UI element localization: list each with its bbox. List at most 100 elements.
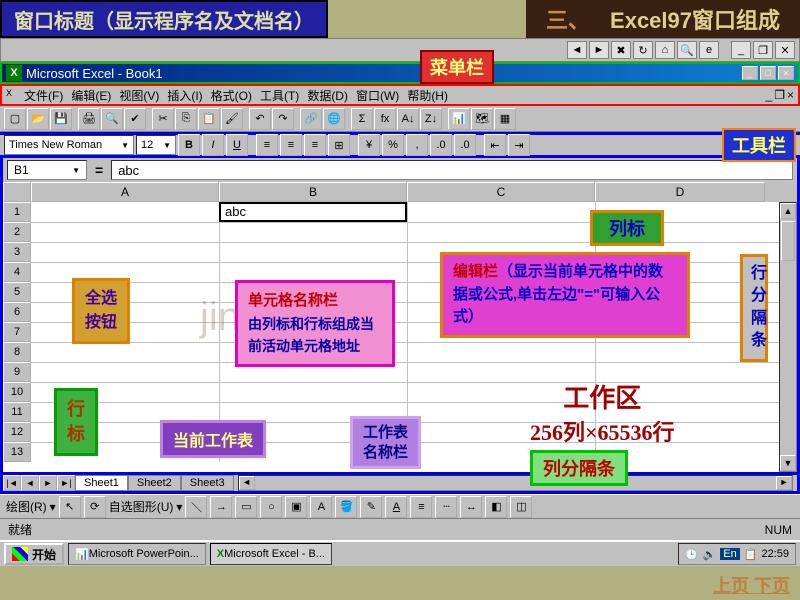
row-header[interactable]: 7 [3,322,31,342]
dec-decimal-icon[interactable]: .0 [454,134,476,156]
tray-icon[interactable]: 🔊 [703,548,717,561]
3d-icon[interactable]: ◫ [510,496,532,518]
indent-dec-icon[interactable]: ⇤ [484,134,506,156]
menu-window[interactable]: 窗口(W) [352,87,403,104]
back-icon[interactable]: ◄ [567,41,587,59]
row-header[interactable]: 4 [3,262,31,282]
prev-page-link[interactable]: 上页 [713,576,749,596]
draw-menu[interactable]: 绘图(R) [6,498,47,515]
rotate-icon[interactable]: ⟳ [84,496,106,518]
menu-format[interactable]: 格式(O) [207,87,256,104]
forward-icon[interactable]: ► [589,41,609,59]
arrowstyle-icon[interactable]: ↔ [460,496,482,518]
sheet-tab[interactable]: Sheet1 [75,475,128,491]
rect-icon[interactable]: ▭ [235,496,257,518]
search-icon[interactable]: 🔍 [677,41,697,59]
name-box[interactable]: B1▼ [7,160,87,180]
min-icon[interactable]: _ [731,41,751,59]
arrow-icon[interactable]: → [210,496,232,518]
col-header-c[interactable]: C [407,182,595,202]
next-page-link[interactable]: 下页 [754,576,790,596]
sort-asc-icon[interactable]: A↓ [397,108,419,130]
row-header[interactable]: 5 [3,282,31,302]
oval-icon[interactable]: ○ [260,496,282,518]
link-icon[interactable]: 🔗 [300,108,322,130]
horizontal-scrollbar[interactable]: ◄ ► [238,475,793,491]
row-header[interactable]: 11 [3,402,31,422]
sort-desc-icon[interactable]: Z↓ [420,108,442,130]
row-header[interactable]: 13 [3,442,31,462]
col-header-d[interactable]: D [595,182,765,202]
tab-last-icon[interactable]: ►| [57,475,75,491]
menu-tools[interactable]: 工具(T) [256,87,303,104]
save-icon[interactable]: 💾 [50,108,72,130]
row-header[interactable]: 1 [3,202,31,222]
cut-icon[interactable]: ✂ [152,108,174,130]
row-header[interactable]: 12 [3,422,31,442]
italic-icon[interactable]: I [202,134,224,156]
select-all-button[interactable] [3,182,31,202]
bold-icon[interactable]: B [178,134,200,156]
undo-icon[interactable]: ↶ [249,108,271,130]
underline-icon[interactable]: U [226,134,248,156]
preview-icon[interactable]: 🔍 [101,108,123,130]
scroll-right-icon[interactable]: ► [776,476,792,490]
merge-icon[interactable]: ⊞ [328,134,350,156]
web-icon[interactable]: 🌐 [323,108,345,130]
menu-insert[interactable]: 插入(I) [163,87,206,104]
system-tray[interactable]: 🕒 🔊 En 📋 22:59 [678,543,796,565]
doc-close-button[interactable]: × [787,88,794,102]
print-icon[interactable]: 🖨 [78,108,100,130]
formatpaint-icon[interactable]: 🖌 [221,108,243,130]
col-header-a[interactable]: A [31,182,219,202]
chart-icon[interactable]: 📊 [448,108,470,130]
minimize-button[interactable]: _ [742,66,758,80]
wordart-icon[interactable]: A [310,496,332,518]
slide-nav[interactable]: 上页 下页 [713,572,790,598]
row-header[interactable]: 8 [3,342,31,362]
line-icon[interactable]: ＼ [185,496,207,518]
menu-view[interactable]: 视图(V) [115,87,163,104]
equals-button[interactable]: = [95,162,103,178]
close-button[interactable]: × [778,66,794,80]
pivot-icon[interactable]: ▦ [494,108,516,130]
menu-data[interactable]: 数据(D) [303,87,352,104]
stop-icon[interactable]: ✖ [611,41,631,59]
open-icon[interactable]: 📂 [27,108,49,130]
row-header[interactable]: 2 [3,222,31,242]
scroll-down-icon[interactable]: ▼ [780,455,796,471]
fx-icon[interactable]: fx [374,108,396,130]
inc-decimal-icon[interactable]: .0 [430,134,452,156]
percent-icon[interactable]: % [382,134,404,156]
menu-file[interactable]: 文件(F) [20,87,67,104]
tab-first-icon[interactable]: |◄ [3,475,21,491]
align-right-icon[interactable]: ≡ [304,134,326,156]
linecolor-icon[interactable]: ✎ [360,496,382,518]
currency-icon[interactable]: ¥ [358,134,380,156]
new-icon[interactable]: ▢ [4,108,26,130]
fill-icon[interactable]: 🪣 [335,496,357,518]
menu-help[interactable]: 帮助(H) [403,87,452,104]
maximize-button[interactable]: □ [760,66,776,80]
start-button[interactable]: 开始 [4,543,64,565]
align-left-icon[interactable]: ≡ [256,134,278,156]
spell-icon[interactable]: ✔ [124,108,146,130]
autoshape-menu[interactable]: 自选图形(U) [109,498,174,515]
active-cell[interactable]: abc [219,202,407,222]
redo-icon[interactable]: ↷ [272,108,294,130]
sheet-tab[interactable]: Sheet3 [181,475,234,491]
size-combo[interactable]: 12▼ [136,135,176,155]
formula-input[interactable]: abc [111,160,793,180]
sheet-tab[interactable]: Sheet2 [128,475,181,491]
menu-edit[interactable]: 编辑(E) [67,87,115,104]
row-header[interactable]: 3 [3,242,31,262]
scroll-left-icon[interactable]: ◄ [239,476,255,490]
vertical-scrollbar[interactable]: ▲ ▼ [779,202,797,472]
font-combo[interactable]: Times New Roman▼ [4,135,134,155]
tab-prev-icon[interactable]: ◄ [21,475,39,491]
row-header[interactable]: 10 [3,382,31,402]
task-button[interactable]: X Microsoft Excel - B... [210,543,332,565]
close-icon[interactable]: ✕ [775,41,795,59]
scroll-thumb[interactable] [781,221,795,261]
map-icon[interactable]: 🗺 [471,108,493,130]
